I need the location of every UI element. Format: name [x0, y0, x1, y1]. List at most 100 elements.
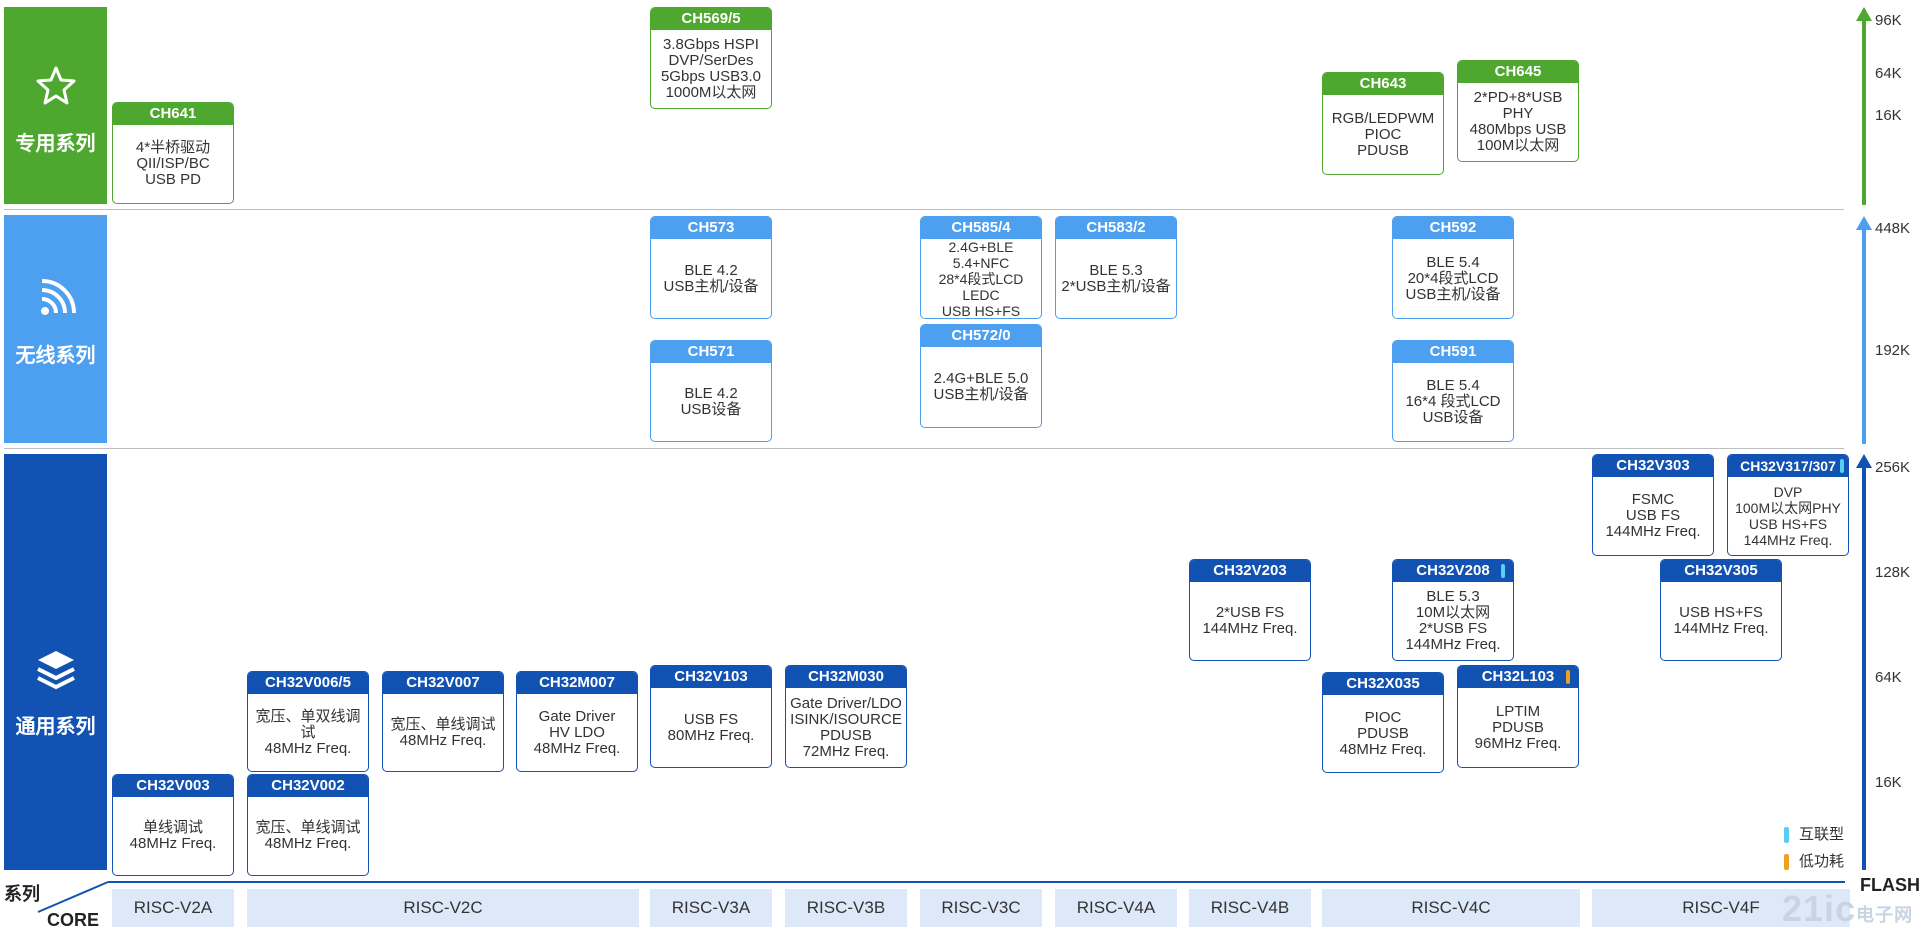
legend-label: 互联型	[1799, 826, 1845, 843]
chip-spec: 96MHz Freq.	[1474, 734, 1562, 752]
chip-card[interactable]: CH645 2*PD+8*USB PHY 480Mbps USB 100M以太网	[1457, 60, 1579, 162]
chip-card[interactable]: CH32V305 USB HS+FS 144MHz Freq.	[1660, 559, 1782, 661]
chip-card[interactable]: CH571 BLE 4.2 USB设备	[650, 340, 772, 442]
band-special-label: 专用系列	[15, 133, 96, 155]
chip-card[interactable]: CH32V208 BLE 5.3 10M以太网 2*USB FS 144MHz Fre…	[1392, 559, 1514, 661]
chip-card[interactable]: CH32L103 LPTIM PDUSB 96MHz Freq.	[1457, 665, 1579, 768]
chip-name: CH32M007	[517, 672, 637, 694]
chip-spec: 80MHz Freq.	[667, 726, 755, 744]
chip-spec: 单线调试	[142, 819, 203, 836]
chip-spec: PDUSB	[1357, 141, 1409, 159]
chip-name: CH569/5	[651, 8, 771, 30]
chip-card[interactable]: CH585/4 2.4G+BLE 5.4+NFC 28*4段式LCD LEDC USB…	[920, 216, 1042, 319]
chip-name: CH32V203	[1190, 560, 1310, 582]
chip-spec: 2.4G+BLE 5.4+NFC	[948, 238, 1014, 271]
chip-card[interactable]: CH32V317/307 DVP 100M以太网PHY USB HS+FS 144MH…	[1727, 454, 1849, 556]
chip-card[interactable]: CH643 RGB/LEDPWM PIOC PDUSB	[1322, 72, 1444, 175]
flash-axis-general	[1862, 466, 1866, 870]
chip-spec: BLE 5.3	[1426, 588, 1480, 605]
chip-spec: USB主机/设备	[933, 386, 1029, 403]
chip-card[interactable]: CH583/2 BLE 5.3 2*USB主机/设备	[1055, 216, 1177, 319]
interconnect-swatch-icon	[1784, 827, 1789, 844]
legend-item: 互联型	[1784, 823, 1844, 844]
flash-tick: 192K	[1875, 342, 1911, 359]
band-special: 专用系列	[4, 7, 107, 204]
chip-spec: 2*USB FS	[1418, 620, 1488, 637]
chip-card[interactable]: CH32V002 宽压、单线调试 48MHz Freq.	[247, 774, 369, 876]
flash-tick: 64K	[1875, 65, 1902, 82]
chip-name: CH32M030	[786, 666, 906, 688]
chip-spec: USB FS	[683, 710, 739, 728]
watermark-main: 21ic	[1782, 888, 1857, 929]
chip-card[interactable]: CH591 BLE 5.4 16*4 段式LCD USB设备	[1392, 340, 1514, 442]
chip-name: CH32V103	[651, 666, 771, 688]
lowpower-tag-icon	[1566, 670, 1570, 684]
chip-spec: 3.8Gbps HSPI	[663, 36, 759, 53]
chip-name: CH583/2	[1056, 217, 1176, 239]
core-label: RISC-V4C	[1322, 889, 1580, 927]
flash-tick: 256K	[1875, 459, 1911, 476]
chip-spec: USB HS+FS	[1679, 604, 1763, 621]
core-label: RISC-V3A	[650, 889, 772, 927]
chip-card[interactable]: CH32V006/5 宽压、单双线调试 48MHz Freq.	[247, 671, 369, 772]
band-general-label: 通用系列	[15, 716, 96, 738]
chip-card[interactable]: CH32V003 单线调试 48MHz Freq.	[112, 774, 234, 876]
chip-spec: DVP	[1773, 484, 1803, 500]
core-label: RISC-V3C	[920, 889, 1042, 927]
chip-spec: PDUSB	[820, 726, 872, 744]
band-wireless-label: 无线系列	[15, 345, 96, 367]
chip-card[interactable]: CH573 BLE 4.2 USB主机/设备	[650, 216, 772, 319]
chip-spec: USB HS+FS	[1748, 516, 1828, 532]
chip-card[interactable]: CH32M030 Gate Driver/LDO ISINK/ISOURCE PDU…	[785, 665, 907, 768]
chip-card[interactable]: CH32V203 2*USB FS 144MHz Freq.	[1189, 559, 1311, 661]
chip-card[interactable]: CH32M007 Gate Driver HV LDO 48MHz Freq.	[516, 671, 638, 772]
chip-spec: PDUSB	[1492, 718, 1544, 736]
chip-name: CH32V003	[113, 775, 233, 797]
chip-spec: BLE 4.2	[684, 261, 738, 279]
chip-spec: Gate Driver/LDO	[790, 694, 902, 712]
core-label: RISC-V3B	[785, 889, 907, 927]
chip-card[interactable]: CH32V007 宽压、单线调试 48MHz Freq.	[382, 671, 504, 772]
flash-tick: 96K	[1875, 12, 1902, 29]
chip-spec: LEDC	[962, 286, 1000, 303]
chip-card[interactable]: CH569/5 3.8Gbps HSPI DVP/SerDes 5Gbps USB3…	[650, 7, 772, 109]
chip-name: CH32V305	[1661, 560, 1781, 582]
chip-spec: 144MHz Freq.	[1405, 636, 1501, 653]
chip-spec: DVP/SerDes	[668, 52, 754, 69]
chip-spec: 48MHz Freq.	[264, 739, 352, 757]
chip-name: CH591	[1393, 341, 1513, 363]
flash-tick: 16K	[1875, 774, 1902, 791]
legend-label: 低功耗	[1799, 853, 1845, 870]
chip-spec: 480Mbps USB	[1469, 121, 1567, 138]
band-separator	[4, 448, 1844, 449]
legend-item: 低功耗	[1784, 850, 1844, 871]
chip-card[interactable]: CH32V303 FSMC USB FS 144MHz Freq.	[1592, 454, 1714, 556]
chip-name: CH32V317/307	[1728, 455, 1848, 477]
chip-spec: BLE 5.4	[1426, 377, 1480, 394]
chip-card[interactable]: CH32V103 USB FS 80MHz Freq.	[650, 665, 772, 768]
interconnect-tag-icon	[1840, 459, 1844, 473]
chip-spec: USB设备	[680, 401, 742, 418]
chip-name: CH32V208	[1393, 560, 1513, 582]
chip-spec: 144MHz Freq.	[1605, 523, 1701, 540]
chip-spec: USB PD	[145, 171, 201, 188]
chip-spec: 宽压、单线调试	[255, 819, 361, 836]
chip-card[interactable]: CH641 4*半桥驱动 QII/ISP/BC USB PD	[112, 102, 234, 204]
interconnect-tag-icon	[1501, 564, 1505, 578]
chip-card[interactable]: CH592 BLE 5.4 20*4段式LCD USB主机/设备	[1392, 216, 1514, 319]
core-corner-label: CORE	[47, 910, 100, 930]
chip-spec: RGB/LEDPWM	[1331, 109, 1435, 127]
chip-spec: 1000M以太网	[665, 84, 757, 101]
chip-name: CH571	[651, 341, 771, 363]
band-separator	[4, 209, 1844, 210]
chip-name: CH32V303	[1593, 455, 1713, 477]
chip-card[interactable]: CH572/0 2.4G+BLE 5.0 USB主机/设备	[920, 324, 1042, 428]
chip-spec: QII/ISP/BC	[136, 155, 210, 172]
chip-spec: 144MHz Freq.	[1743, 532, 1833, 548]
chip-card[interactable]: CH32X035 PIOC PDUSB 48MHz Freq.	[1322, 672, 1444, 773]
watermark-sub: 电子网	[1856, 905, 1914, 925]
core-label: RISC-V4B	[1189, 889, 1311, 927]
chip-name: CH641	[113, 103, 233, 125]
arrow-up-icon	[1856, 216, 1872, 230]
chip-spec: 144MHz Freq.	[1202, 620, 1298, 637]
